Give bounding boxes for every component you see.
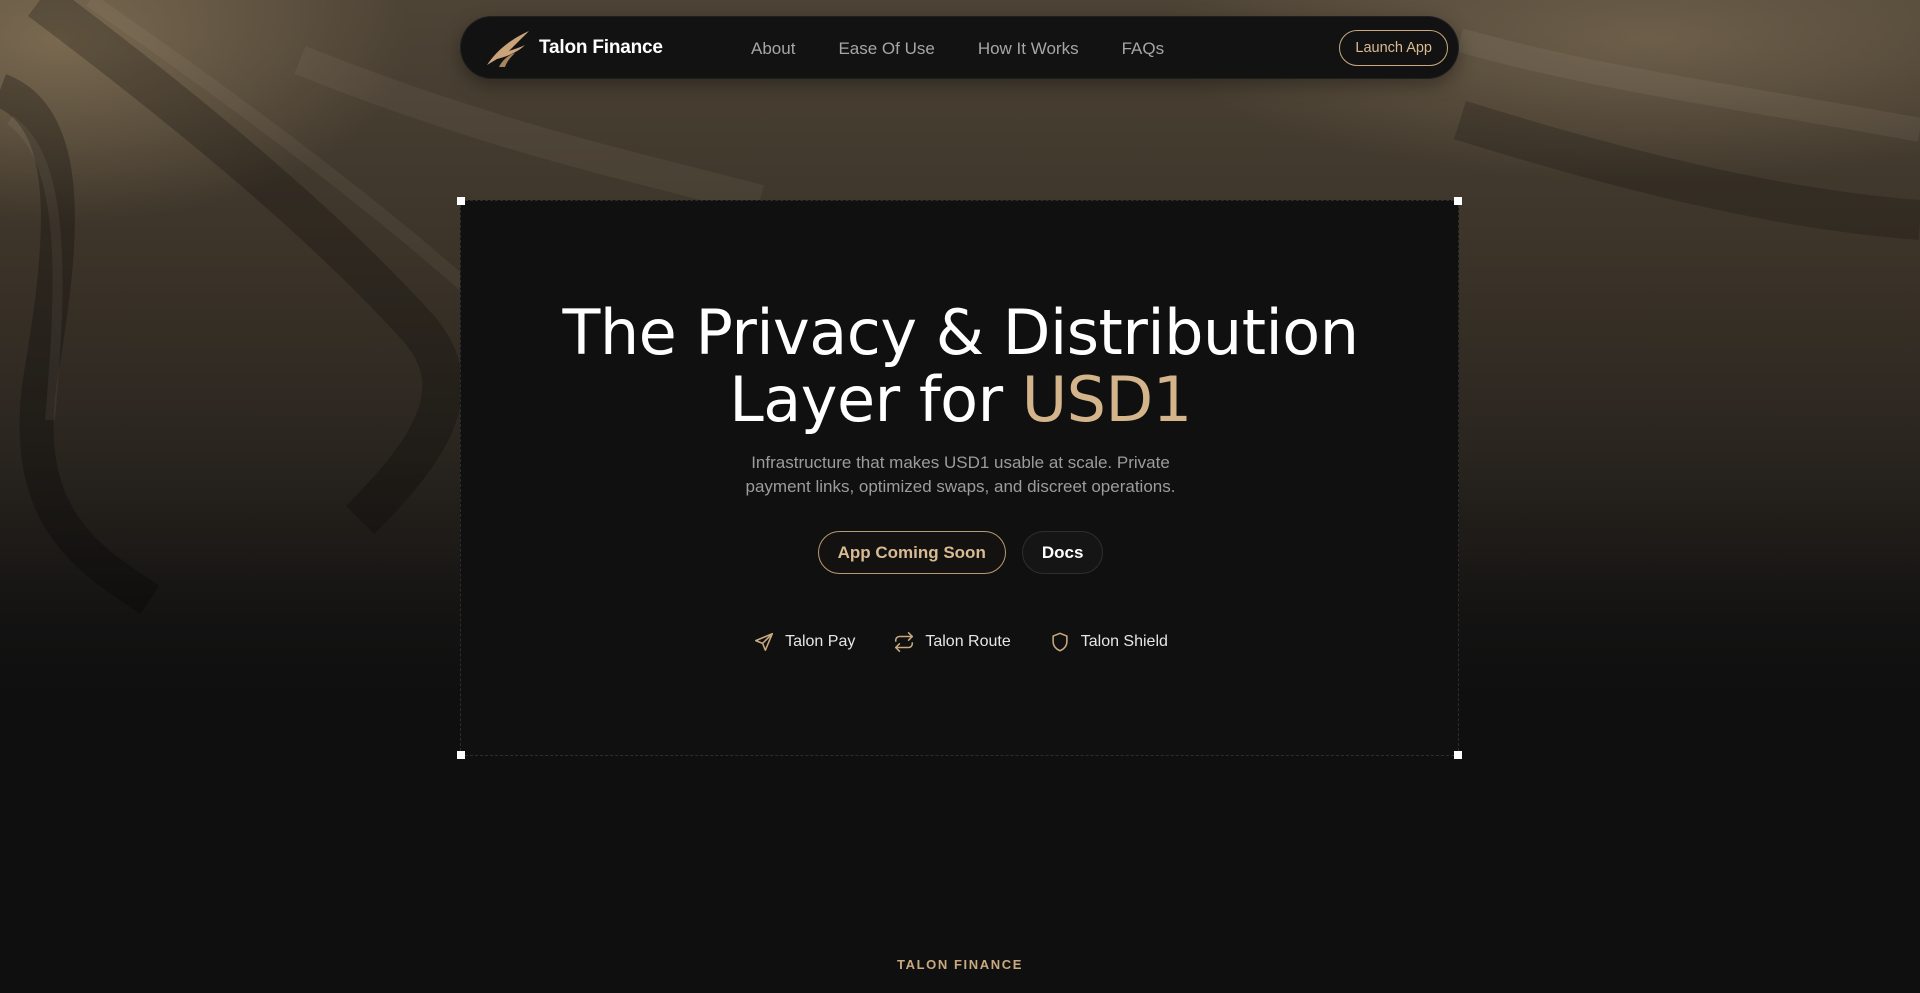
launch-app-button[interactable]: Launch App [1339, 30, 1448, 66]
feature-list: Talon Pay Talon Route Talon Shield [461, 631, 1460, 653]
hero-card: The Privacy & Distribution Layer for USD… [457, 197, 1462, 759]
repeat-icon [895, 632, 914, 652]
headline-accent-usd1: USD1 [1021, 363, 1192, 436]
headline-line-2-prefix: Layer for [729, 363, 1022, 436]
nav-link-how-it-works[interactable]: How It Works [978, 39, 1079, 59]
resize-handle-bottom-right[interactable] [1454, 751, 1462, 759]
nav-link-about[interactable]: About [751, 39, 795, 59]
hero-subtitle: Infrastructure that makes USD1 usable at… [701, 451, 1220, 499]
feature-talon-route[interactable]: Talon Route [893, 631, 1011, 653]
headline-line-1: The Privacy & Distribution [562, 296, 1359, 369]
subtitle-line-1: Infrastructure that makes USD1 usable at… [751, 453, 1170, 472]
brand-name: Talon Finance [539, 37, 663, 58]
talon-wing-logo-icon [487, 31, 529, 67]
hero-cta-row: App Coming Soon Docs [461, 531, 1460, 574]
nav-links: About Ease Of Use How It Works FAQs [751, 17, 1164, 80]
feature-label: Talon Shield [1080, 633, 1168, 650]
feature-talon-pay[interactable]: Talon Pay [753, 631, 855, 653]
top-navbar: Talon Finance About Ease Of Use How It W… [460, 16, 1459, 79]
send-icon [755, 632, 774, 652]
footer-brand-label: TALON FINANCE [897, 957, 1023, 972]
feature-label: Talon Route [925, 633, 1011, 650]
subtitle-line-2: payment links, optimized swaps, and disc… [745, 477, 1176, 496]
nav-link-faqs[interactable]: FAQs [1122, 39, 1165, 59]
resize-handle-bottom-left[interactable] [457, 751, 465, 759]
feature-talon-shield[interactable]: Talon Shield [1049, 631, 1168, 653]
nav-link-ease-of-use[interactable]: Ease Of Use [838, 39, 934, 59]
app-coming-soon-button[interactable]: App Coming Soon [817, 531, 1006, 574]
resize-handle-top-left[interactable] [457, 197, 465, 205]
brand-logo[interactable]: Talon Finance [485, 27, 663, 69]
feature-label: Talon Pay [785, 633, 856, 650]
docs-button[interactable]: Docs [1021, 531, 1104, 574]
shield-icon [1052, 632, 1068, 652]
resize-handle-top-right[interactable] [1454, 197, 1462, 205]
hero-headline: The Privacy & Distribution Layer for USD… [461, 299, 1460, 433]
